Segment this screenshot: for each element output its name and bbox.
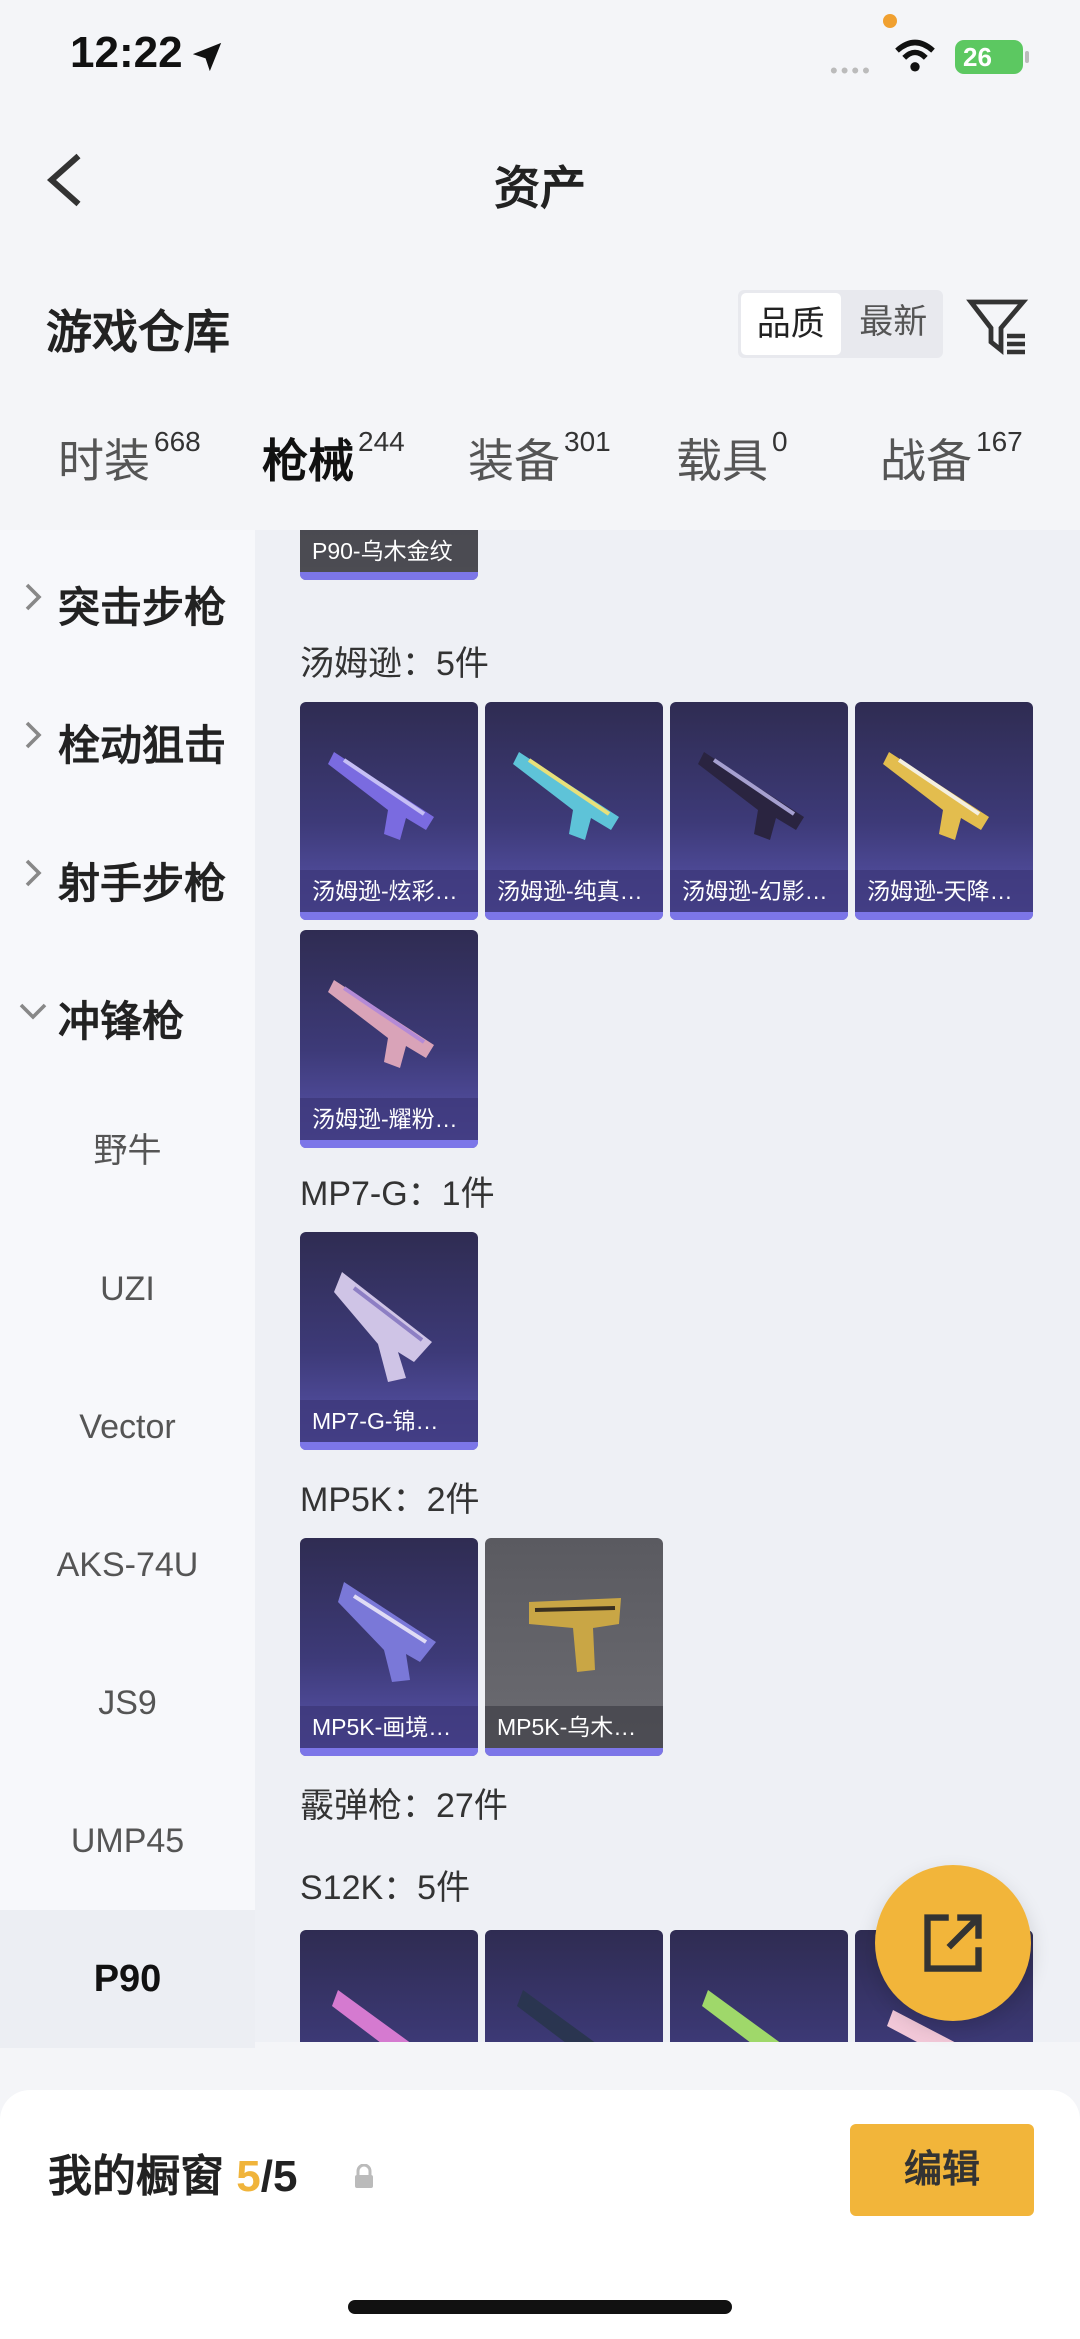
sort-quality-button[interactable]: 品质 — [741, 293, 841, 355]
showcase-count: 5/5 — [236, 2152, 298, 2201]
item-grid: P90-乌木金纹 汤姆逊：5件 汤姆逊-炫彩… 汤姆逊-纯真… 汤姆逊-幻影… … — [255, 530, 1080, 2042]
chevron-right-icon — [25, 721, 42, 749]
share-icon — [924, 1914, 982, 1972]
gun-icon — [529, 1598, 621, 1672]
item-card[interactable]: 汤姆逊-天降… — [855, 702, 1033, 920]
category-tabs: 时装 668 枪械 244 装备 301 载具 0 战备 167 — [0, 425, 1080, 525]
sort-toggle: 品质 最新 — [738, 290, 943, 358]
location-arrow-icon — [192, 42, 222, 72]
group-label-mp7: MP7-G：1件 — [300, 1175, 495, 1213]
sidebar-item-bolt-sniper[interactable]: 栓动狙击 — [0, 668, 255, 806]
sidebar-sub-vector[interactable]: Vector — [0, 1358, 255, 1496]
item-card[interactable]: 汤姆逊-幻影… — [670, 702, 848, 920]
tab-fashion[interactable]: 时装 668 — [58, 425, 201, 491]
nav-bar: 资产 — [0, 120, 1080, 240]
edit-button[interactable]: 编辑 — [850, 2124, 1034, 2216]
gun-icon — [338, 1582, 436, 1682]
group-label-shotgun: 霰弹枪：27件 — [300, 1787, 508, 1825]
showcase-label: 我的橱窗 5/5 — [48, 2152, 298, 2201]
tab-equipment[interactable]: 装备 301 — [468, 425, 611, 491]
item-card[interactable] — [485, 1930, 663, 2042]
sidebar-sub-js9[interactable]: JS9 — [0, 1634, 255, 1772]
section-title: 游戏仓库 — [46, 306, 230, 358]
wifi-icon — [895, 39, 935, 72]
filter-icon[interactable] — [965, 294, 1029, 358]
chevron-right-icon — [25, 583, 42, 611]
sidebar-sub-ump45[interactable]: UMP45 — [0, 1772, 255, 1910]
gun-icon — [328, 980, 434, 1068]
chevron-down-icon — [19, 1003, 47, 1020]
signal-icon: •••• — [830, 58, 873, 83]
item-card[interactable] — [670, 1930, 848, 2042]
gun-icon — [698, 752, 804, 840]
group-label-thompson: 汤姆逊：5件 — [300, 645, 489, 683]
tab-combat-gear[interactable]: 战备 167 — [880, 425, 1023, 491]
sort-newest-button[interactable]: 最新 — [844, 290, 944, 358]
gun-icon — [332, 1990, 410, 2042]
sidebar-sub-p90[interactable]: P90 — [0, 1910, 255, 2048]
sidebar-item-smg[interactable]: 冲锋枪 — [0, 944, 255, 1082]
sidebar-item-assault-rifle[interactable]: 突击步枪 — [0, 530, 255, 668]
recording-dot — [883, 14, 897, 28]
sidebar-item-marksman-rifle[interactable]: 射手步枪 — [0, 806, 255, 944]
gun-icon — [513, 752, 619, 840]
status-bar: 12:22 •••• 26 — [0, 0, 1080, 120]
lock-icon — [355, 2164, 373, 2188]
section-header: 游戏仓库 品质 最新 — [0, 280, 1080, 370]
group-label-s12k: S12K：5件 — [300, 1869, 471, 1907]
item-card[interactable]: P90-乌木金纹 — [300, 530, 478, 580]
gun-icon — [517, 1990, 595, 2042]
item-card[interactable]: 汤姆逊-炫彩… — [300, 702, 478, 920]
item-card[interactable] — [300, 1930, 478, 2042]
sidebar: 突击步枪 栓动狙击 射手步枪 冲锋枪 野牛 UZI Vector AKS-74U… — [0, 530, 255, 2048]
share-button[interactable] — [875, 1865, 1031, 2021]
item-card[interactable]: 汤姆逊-耀粉… — [300, 930, 478, 1148]
item-card[interactable]: MP5K-乌木… — [485, 1538, 663, 1756]
gun-icon — [702, 1990, 780, 2042]
sidebar-sub-uzi[interactable]: UZI — [0, 1220, 255, 1358]
home-indicator — [348, 2300, 732, 2314]
sidebar-sub-aks74u[interactable]: AKS-74U — [0, 1496, 255, 1634]
gun-icon — [883, 752, 989, 840]
item-card[interactable]: 汤姆逊-纯真… — [485, 702, 663, 920]
chevron-right-icon — [25, 859, 42, 887]
battery-indicator: 26 — [955, 40, 1029, 74]
tab-guns[interactable]: 枪械 244 — [262, 425, 405, 491]
item-card[interactable]: MP5K-画境… — [300, 1538, 478, 1756]
sidebar-sub-bison[interactable]: 野牛 — [0, 1082, 255, 1220]
group-label-mp5k: MP5K：2件 — [300, 1481, 480, 1519]
gun-icon — [334, 1272, 432, 1382]
item-card[interactable]: MP7-G-锦… — [300, 1232, 478, 1450]
page-title: 资产 — [494, 162, 586, 214]
status-time: 12:22 — [70, 28, 183, 77]
tab-vehicles[interactable]: 载具 0 — [676, 425, 788, 491]
gun-icon — [328, 752, 434, 840]
